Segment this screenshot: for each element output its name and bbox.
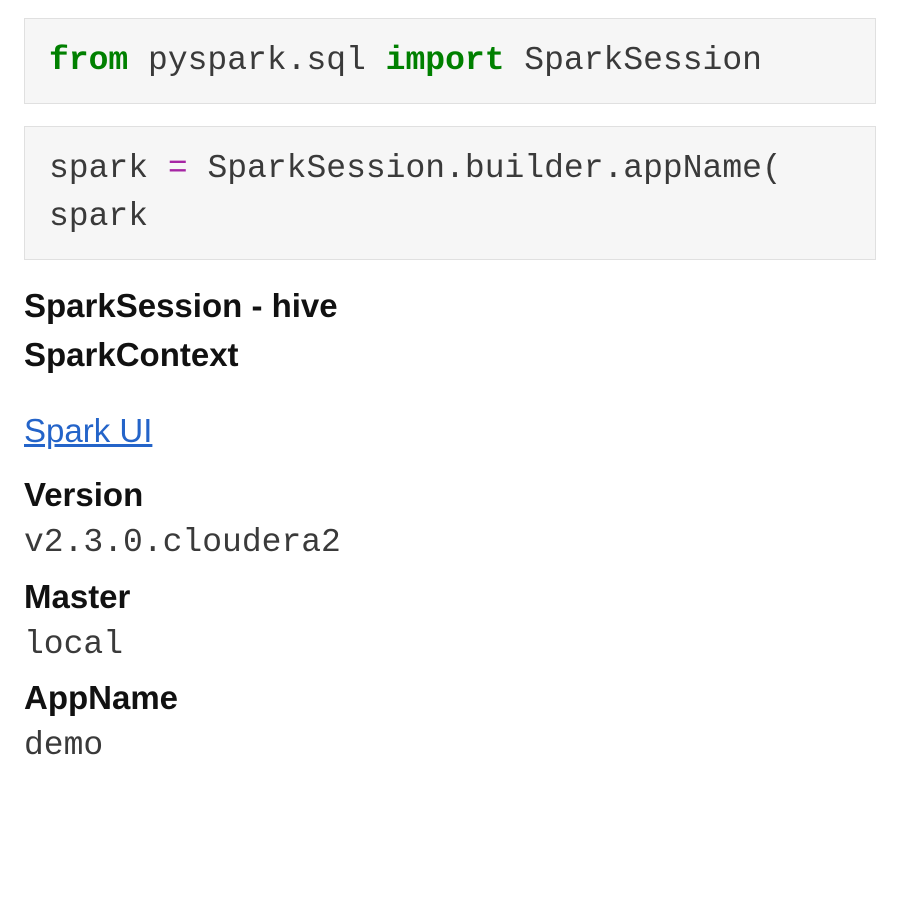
code-cell-1[interactable]: from pyspark.sql import SparkSession [24, 18, 876, 104]
code-text: SparkSession.builder.appName( [188, 150, 782, 187]
code-text: spark [49, 198, 148, 235]
appname-label: AppName [24, 674, 876, 722]
output-subheading: SparkContext [24, 331, 876, 379]
version-label: Version [24, 471, 876, 519]
output-block: SparkSession - hive SparkContext Spark U… [0, 282, 900, 771]
operator-equals: = [168, 150, 188, 187]
spark-ui-link[interactable]: Spark UI [24, 407, 152, 455]
appname-value: demo [24, 722, 876, 770]
code-text: spark [49, 150, 168, 187]
keyword-from: from [49, 42, 128, 79]
code-text: pyspark.sql [128, 42, 385, 79]
master-value: local [24, 621, 876, 669]
code-text: SparkSession [505, 42, 762, 79]
keyword-import: import [386, 42, 505, 79]
master-label: Master [24, 573, 876, 621]
version-value: v2.3.0.cloudera2 [24, 519, 876, 567]
code-cell-2[interactable]: spark = SparkSession.builder.appName( sp… [24, 126, 876, 260]
output-heading: SparkSession - hive [24, 282, 876, 330]
